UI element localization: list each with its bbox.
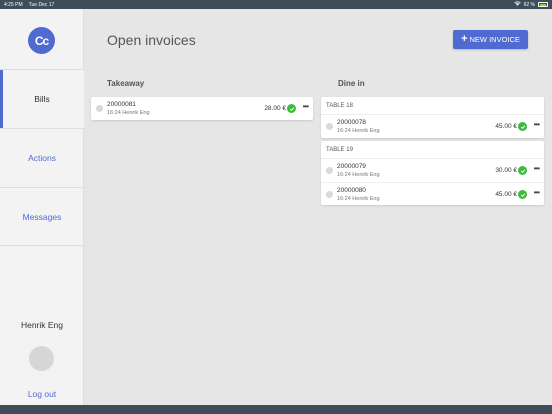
- invoice-number: 20000078: [337, 119, 366, 126]
- status-bar: 4:25 PM Tue Dec 17 62 %: [0, 0, 552, 9]
- invoice-row[interactable]: 20000078 16:24 Henrik Eng 45.00 € •••: [321, 115, 544, 138]
- invoice-meta: 16:24 Henrik Eng: [107, 110, 150, 116]
- sidebar-item-label: Bills: [34, 94, 50, 104]
- check-icon: [287, 104, 296, 113]
- takeaway-title: Takeaway: [107, 79, 145, 88]
- wifi-icon: [513, 1, 521, 8]
- dine-in-title: Dine in: [338, 79, 365, 88]
- battery-icon: [538, 2, 548, 7]
- table-name: TABLE 19: [321, 141, 544, 159]
- invoice-meta: 16:24 Henrik Eng: [337, 172, 380, 178]
- invoice-amount: 30.00 €: [495, 167, 517, 174]
- check-icon: [518, 166, 527, 175]
- invoice-number: 20000081: [107, 101, 136, 108]
- invoice-row[interactable]: 20000080 16:24 Henrik Eng 45.00 € •••: [321, 182, 544, 205]
- user-name: Henrik Eng: [20, 320, 64, 330]
- table-card: TABLE 18 20000078 16:24 Henrik Eng 45.00…: [321, 97, 544, 138]
- more-icon[interactable]: •••: [534, 188, 540, 197]
- plus-icon: +: [461, 33, 468, 45]
- sidebar-item-label: Actions: [28, 153, 56, 163]
- status-dot: [326, 191, 333, 198]
- logout-link[interactable]: Log out: [0, 389, 84, 399]
- table-name: TABLE 18: [321, 97, 544, 115]
- status-time: 4:25 PM: [4, 1, 23, 8]
- status-date: Tue Dec 17: [28, 1, 55, 8]
- status-dot: [326, 167, 333, 174]
- status-dot: [326, 123, 333, 130]
- invoice-meta: 16:24 Henrik Eng: [337, 128, 380, 134]
- app-logo: Cc: [28, 27, 55, 54]
- sidebar-item-label: Messages: [22, 211, 62, 222]
- bottom-bar: [0, 405, 552, 414]
- battery-percent: 62 %: [523, 1, 535, 8]
- page-title: Open invoices: [107, 32, 196, 48]
- new-invoice-button[interactable]: + NEW INVOICE: [453, 30, 528, 49]
- more-icon[interactable]: •••: [534, 120, 540, 129]
- invoice-number: 20000079: [337, 163, 366, 170]
- invoice-meta: 16:24 Henrik Eng: [337, 196, 380, 202]
- check-icon: [518, 122, 527, 131]
- status-dot: [96, 105, 103, 112]
- sidebar-item-messages[interactable]: Messages: [0, 187, 84, 246]
- invoice-amount: 28.00 €: [264, 105, 286, 112]
- invoice-row[interactable]: 20000081 16:24 Henrik Eng 28.00 € •••: [91, 97, 313, 120]
- invoice-row[interactable]: 20000079 16:24 Henrik Eng 30.00 € •••: [321, 159, 544, 182]
- sidebar-item-actions[interactable]: Actions: [0, 128, 84, 187]
- invoice-amount: 45.00 €: [495, 191, 517, 198]
- avatar[interactable]: [29, 346, 54, 371]
- more-icon[interactable]: •••: [303, 102, 309, 111]
- invoice-amount: 45.00 €: [495, 123, 517, 130]
- check-icon: [518, 190, 527, 199]
- new-invoice-label: NEW INVOICE: [469, 35, 520, 44]
- sidebar: Cc Bills Actions Messages Henrik Eng Log…: [0, 9, 84, 405]
- table-card: TABLE 19 20000079 16:24 Henrik Eng 30.00…: [321, 141, 544, 205]
- sidebar-item-bills[interactable]: Bills: [0, 69, 84, 128]
- invoice-number: 20000080: [337, 187, 366, 194]
- more-icon[interactable]: •••: [534, 164, 540, 173]
- takeaway-card: 20000081 16:24 Henrik Eng 28.00 € •••: [91, 97, 313, 120]
